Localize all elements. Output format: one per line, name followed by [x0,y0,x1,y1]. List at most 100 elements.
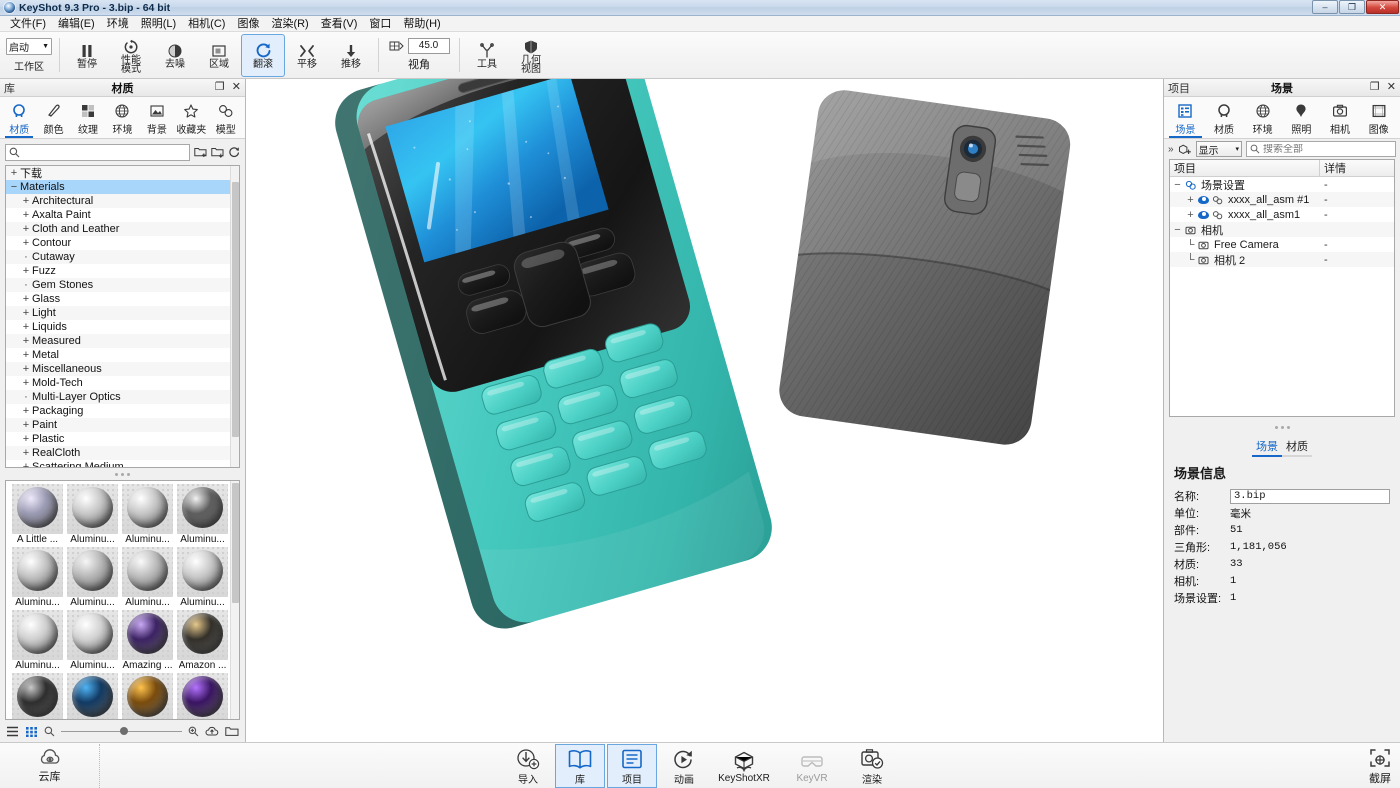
library-tab-environments[interactable]: 环境 [105,99,139,138]
tree-expander-icon[interactable]: + [20,377,32,389]
visibility-eye-icon[interactable] [1198,195,1209,204]
cloud-upload-icon[interactable] [205,726,219,737]
material-tree-item[interactable]: + Scattering Medium [6,460,239,467]
tumble-tool[interactable]: 翻滚 [241,33,285,77]
library-close-icon[interactable]: ✕ [232,82,241,93]
material-thumbnail[interactable]: Amazing ... [120,610,175,672]
tools-button[interactable]: 工具 [465,34,509,77]
tree-expander-icon[interactable]: + [20,223,32,235]
region-tool[interactable]: 区域 [197,34,241,77]
scene-tree-row[interactable]: └ 相机 2 - [1170,252,1394,267]
render-viewport[interactable] [246,79,1164,742]
material-tree-item[interactable]: + Packaging [6,404,239,418]
library-tab-textures[interactable]: 纹理 [71,99,105,138]
minimize-button[interactable]: – [1312,0,1338,14]
tree-expander-icon[interactable]: └ [1186,254,1195,266]
material-grid-scrollbar[interactable] [230,481,239,719]
material-tree-item[interactable]: · Cutaway [6,250,239,264]
library-undock-icon[interactable]: ❐ [215,82,225,93]
library-tab-materials[interactable]: 材质 [2,99,36,138]
library-search-box[interactable] [5,143,190,161]
menu-item-lighting[interactable]: 照明(L) [135,16,182,32]
thumbnail-size-slider[interactable] [61,725,182,737]
scene-tree-row[interactable]: − 场景设置 - [1170,177,1394,192]
library-search-input[interactable] [23,146,189,158]
material-tree-item[interactable]: + RealCloth [6,446,239,460]
material-tree-item[interactable]: + Mold-Tech [6,376,239,390]
material-tree-item[interactable]: + Liquids [6,320,239,334]
tree-expander-icon[interactable]: + [20,265,32,277]
tree-expander-icon[interactable]: + [20,195,32,207]
material-tree-item[interactable]: + Metal [6,348,239,362]
menu-item-help[interactable]: 帮助(H) [397,16,446,32]
grid-view-icon[interactable] [25,726,38,737]
tree-expander-icon[interactable]: + [1186,194,1195,206]
project-tab-material[interactable]: 材质 [1205,99,1244,138]
material-thumbnail[interactable] [10,673,65,719]
tree-expander-icon[interactable]: − [8,181,20,193]
zoom-out-icon[interactable] [44,726,55,737]
menu-item-file[interactable]: 文件(F) [4,16,52,32]
material-thumbnail[interactable]: Aluminu... [10,547,65,609]
material-tree-item[interactable]: + Architectural [6,194,239,208]
project-tab-image[interactable]: 图像 [1359,99,1398,138]
project-splitter-handle[interactable] [1164,421,1400,433]
tree-expander-icon[interactable]: + [20,349,32,361]
workspace-select[interactable]: 启动 ▼ [6,37,52,55]
tree-expander-icon[interactable]: + [1186,209,1195,221]
screenshot-button[interactable]: 截屏 [1368,745,1392,786]
material-tree-item[interactable]: · Gem Stones [6,278,239,292]
bottom-item-render[interactable]: 渲染 [847,744,897,788]
bottom-item-animation[interactable]: 动画 [659,744,709,788]
sub-tab-scene[interactable]: 场景 [1252,438,1282,457]
sub-tab-material[interactable]: 材质 [1282,438,1312,457]
geometry-view-button[interactable]: 几何 视图 [509,34,553,77]
scene-tree-row[interactable]: + xxxx_all_asm1 - [1170,207,1394,222]
project-undock-icon[interactable]: ❐ [1370,82,1380,93]
menu-item-window[interactable]: 窗口 [363,16,397,32]
scene-name-input[interactable]: 3.bip [1230,488,1390,504]
library-tab-models[interactable]: 模型 [209,99,243,138]
project-tab-camera[interactable]: 相机 [1321,99,1360,138]
project-search-input[interactable] [1263,143,1395,155]
open-folder-icon[interactable] [225,726,239,737]
menu-item-render[interactable]: 渲染(R) [265,16,314,32]
material-tree-item[interactable]: + Miscellaneous [6,362,239,376]
material-tree-item[interactable]: + Measured [6,334,239,348]
display-mode-select[interactable]: 显示 ▾ [1195,141,1242,157]
material-tree[interactable]: + 下载 − Materials + Architectural + Axalta Paint… [6,166,239,467]
material-tree-item[interactable]: − Materials [6,180,239,194]
material-thumbnail[interactable]: Aluminu... [65,547,120,609]
scene-tree-row[interactable]: + xxxx_all_asm #1 - [1170,192,1394,207]
project-close-icon[interactable]: ✕ [1387,82,1396,93]
menu-item-view[interactable]: 查看(V) [315,16,364,32]
scene-tree-row[interactable]: └ Free Camera - [1170,237,1394,252]
menu-item-camera[interactable]: 相机(C) [182,16,231,32]
material-thumbnail[interactable]: Aluminu... [175,484,230,546]
library-tab-favorites[interactable]: 收藏夹 [174,99,208,138]
tree-expander-icon[interactable]: + [20,293,32,305]
project-tab-lighting[interactable]: 照明 [1282,99,1321,138]
menu-item-edit[interactable]: 编辑(E) [52,16,101,32]
import-folder-icon[interactable] [211,146,224,158]
tree-expander-icon[interactable]: + [20,237,32,249]
material-thumbnail[interactable]: Aluminu... [65,610,120,672]
tree-expander-icon[interactable]: · [20,251,32,263]
material-tree-item[interactable]: + Light [6,306,239,320]
material-tree-item[interactable]: + 下载 [6,166,239,180]
refresh-icon[interactable] [228,146,240,158]
tree-expander-icon[interactable]: + [20,363,32,375]
library-splitter-handle[interactable] [0,468,245,480]
denoise-tool[interactable]: 去噪 [153,34,197,77]
material-thumbnail[interactable]: Aluminu... [65,484,120,546]
bottom-item-keyshotxr[interactable]: KeyShotXR [711,744,777,788]
slider-knob[interactable] [119,727,128,735]
dolly-tool[interactable]: 推移 [329,34,373,77]
material-thumbnail[interactable]: Amazon ... [175,610,230,672]
material-tree-item[interactable]: + Plastic [6,432,239,446]
material-thumbnail[interactable]: Aluminu... [175,547,230,609]
view-angle-input[interactable]: 45.0 [407,38,450,54]
material-grid[interactable]: A Little ... Aluminu... Aluminu... Aluminu.… [6,481,230,719]
tree-expander-icon[interactable]: · [20,391,32,403]
material-thumbnail[interactable] [120,673,175,719]
